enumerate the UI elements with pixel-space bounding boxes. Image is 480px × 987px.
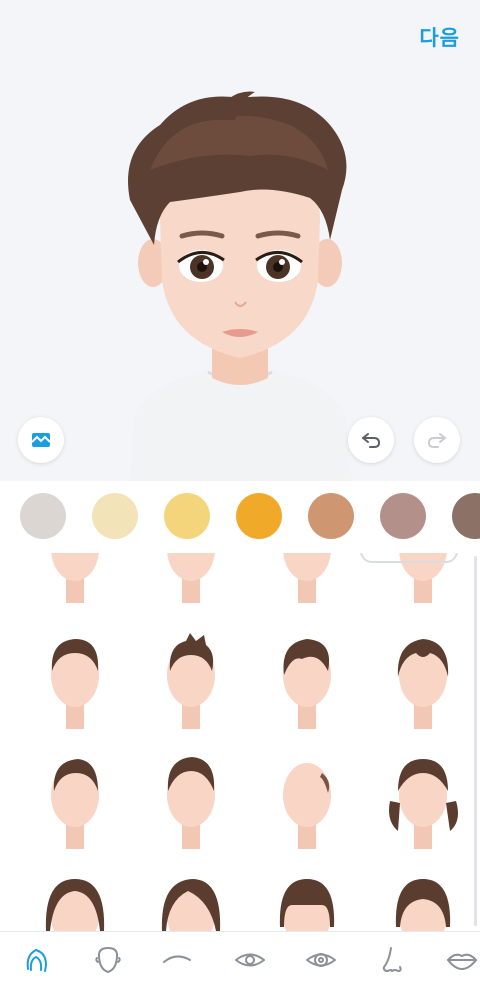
lips-icon	[447, 953, 477, 970]
hair-style-thumbnail	[397, 639, 449, 729]
tab-hair[interactable]	[16, 940, 56, 980]
hair-icon	[26, 949, 47, 972]
hair-style-thumbnail	[389, 759, 458, 849]
color-swatch[interactable]	[452, 493, 480, 539]
hair-style-pigtails[interactable]	[378, 751, 472, 851]
hair-style-thumbnail	[51, 759, 99, 849]
hair-style-side-part[interactable]	[360, 553, 472, 605]
grid-scrollbar[interactable]	[474, 556, 477, 926]
hair-style-thumbnail	[283, 553, 331, 603]
hair-style-thumbnail	[395, 879, 451, 931]
hair-style-bob-bangs[interactable]	[378, 871, 472, 931]
color-swatch[interactable]	[164, 493, 210, 539]
redo-icon	[427, 433, 446, 448]
hair-style-swept-side[interactable]	[262, 631, 356, 731]
hair-style-fade-quiff[interactable]	[146, 751, 240, 851]
tab-face-shape[interactable]	[88, 940, 128, 980]
hair-style-undercut[interactable]	[30, 751, 124, 851]
category-tab-bar	[0, 931, 480, 987]
color-swatch[interactable]	[20, 493, 66, 539]
hair-style-short-bowl[interactable]	[30, 553, 124, 605]
hair-style-thumbnail	[161, 879, 221, 931]
avatar-preview: 다음	[0, 0, 480, 481]
tab-eyebrows[interactable]	[157, 940, 197, 980]
avatar-editor: 다음	[0, 0, 480, 987]
hair-style-thumbnail	[399, 553, 447, 603]
color-swatch[interactable]	[308, 493, 354, 539]
hair-style-middle-part[interactable]	[378, 631, 472, 731]
hair-style-thumbnail	[167, 633, 215, 729]
avatar-figure	[128, 91, 352, 481]
hair-style-grid	[0, 553, 480, 931]
hair-style-full-bangs[interactable]	[262, 871, 356, 931]
background-button[interactable]	[18, 417, 64, 463]
redo-button[interactable]	[414, 417, 460, 463]
tab-nose[interactable]	[372, 940, 412, 980]
hair-color-swatches	[0, 481, 480, 553]
hair-style-thumbnail	[279, 879, 335, 931]
hair-style-thumbnail	[167, 757, 215, 849]
hair-style-side-swept-long[interactable]	[146, 871, 240, 931]
tab-eye-color[interactable]	[301, 940, 341, 980]
nose-icon	[382, 947, 402, 972]
color-swatch[interactable]	[92, 493, 138, 539]
face-shape-icon	[95, 947, 121, 973]
color-swatch[interactable]	[380, 493, 426, 539]
hair-style-thumbnail	[51, 553, 99, 603]
background-icon	[31, 433, 51, 447]
eye-color-icon	[306, 953, 336, 967]
tab-eyes[interactable]	[230, 940, 270, 980]
hair-style-pompadour[interactable]	[30, 631, 124, 731]
hair-style-bangs-short[interactable]	[146, 553, 240, 605]
hair-style-thumbnail	[167, 553, 215, 603]
hair-style-long-bob[interactable]	[30, 871, 124, 931]
hair-style-thumbnail	[283, 639, 331, 729]
tab-lips[interactable]	[442, 940, 480, 980]
hair-style-curtain-fringe[interactable]	[262, 553, 356, 605]
eye-icon	[235, 953, 265, 967]
color-swatch[interactable]	[236, 493, 282, 539]
hair-style-thumbnail	[51, 639, 99, 729]
eyebrow-icon	[163, 955, 191, 963]
undo-icon	[362, 433, 381, 448]
hair-style-bald[interactable]	[262, 751, 356, 851]
hair-style-thumbnail	[45, 879, 105, 931]
hair-style-spiky[interactable]	[146, 631, 240, 731]
hair-style-thumbnail	[283, 763, 331, 849]
undo-button[interactable]	[348, 417, 394, 463]
next-button[interactable]: 다음	[419, 22, 460, 52]
